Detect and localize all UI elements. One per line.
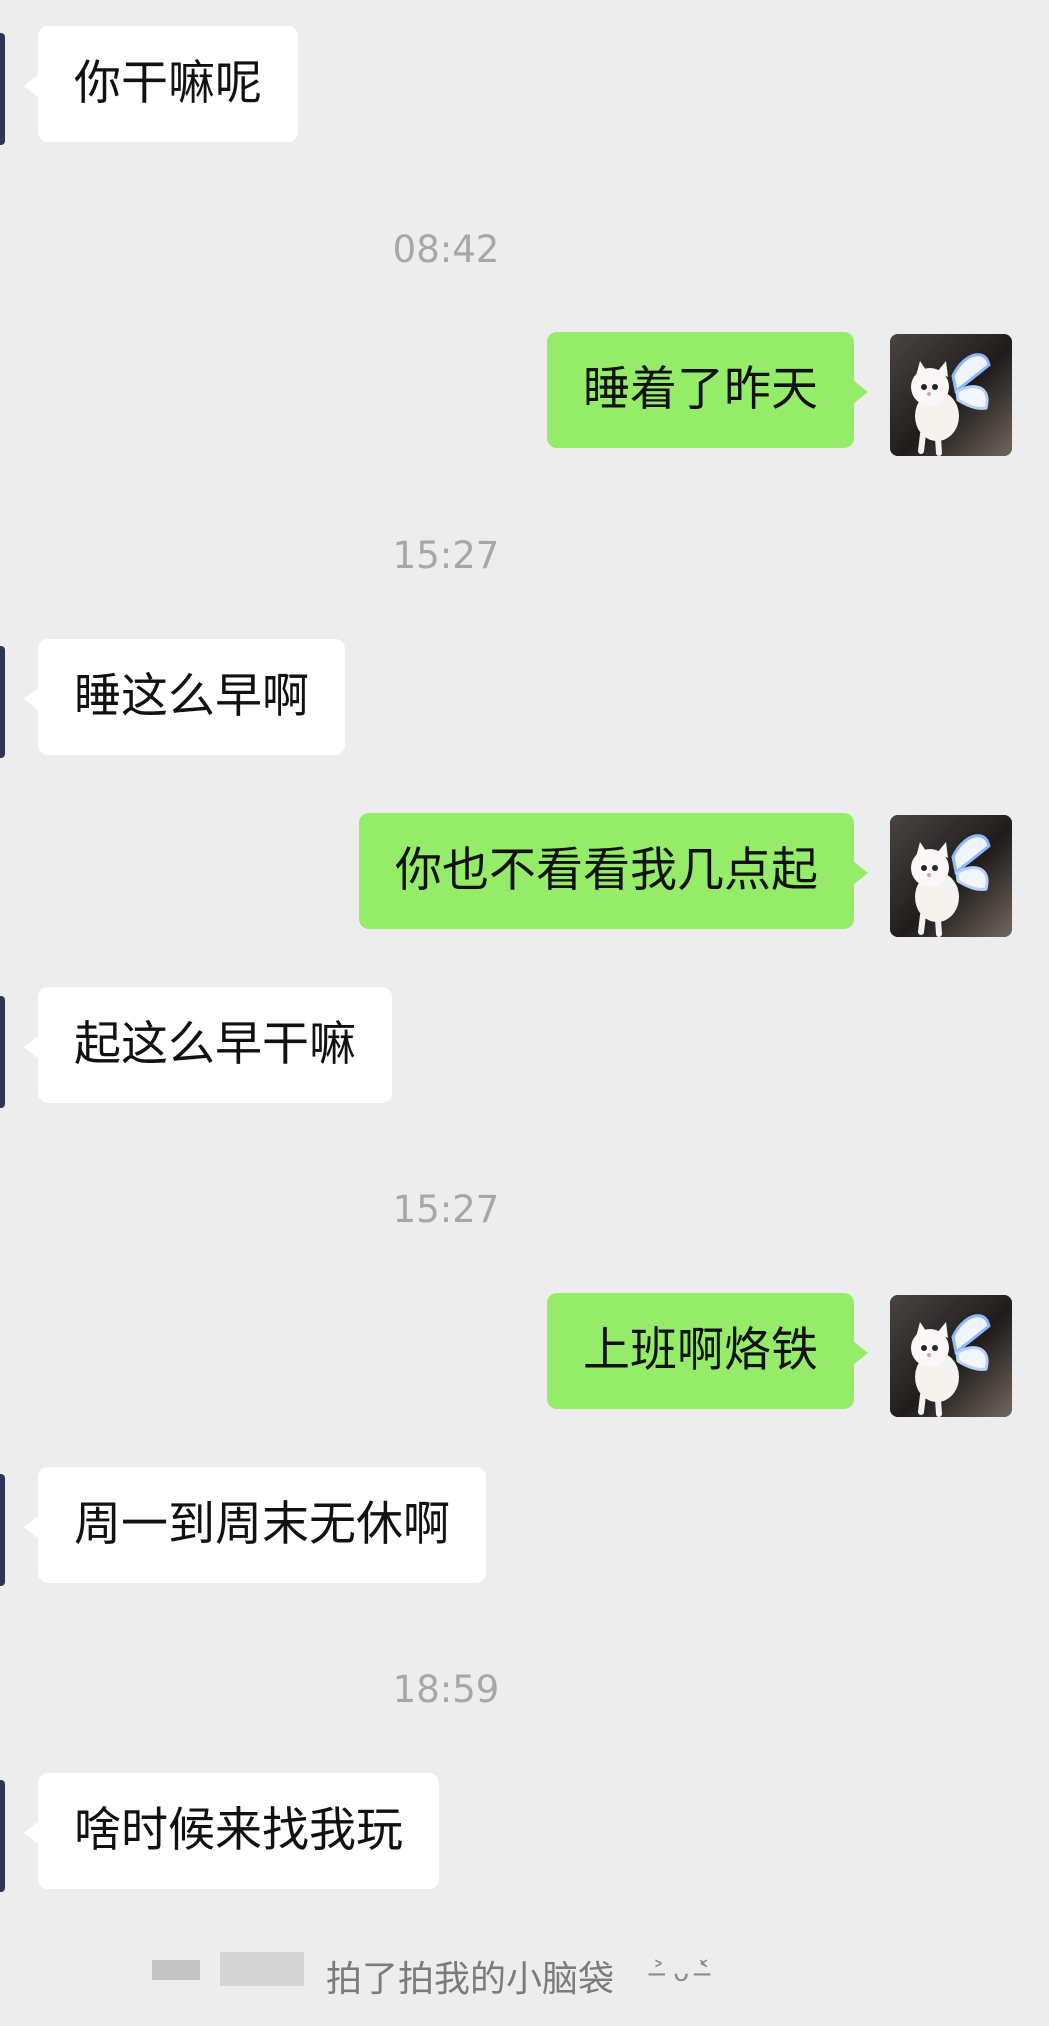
timestamp: 15:27: [392, 1188, 500, 1231]
incoming-message-bubble[interactable]: 你干嘛呢: [24, 26, 298, 143]
timestamp: 15:27: [392, 534, 500, 577]
outgoing-message-bubble[interactable]: 上班啊烙铁: [547, 1293, 868, 1410]
contact-avatar-edge[interactable]: [0, 646, 5, 758]
contact-avatar-edge[interactable]: [0, 1474, 5, 1586]
timestamp: 08:42: [392, 228, 500, 271]
message-text: 你也不看看我几点起: [395, 843, 818, 898]
user-avatar[interactable]: [890, 334, 1012, 456]
message-text: 周一到周末无休啊: [74, 1497, 450, 1552]
timestamp: 18:59: [392, 1668, 500, 1711]
chat-screen: 你干嘛呢 08:42 睡着了昨天 15:27 睡这么早啊 你也不看看我几点起 起…: [0, 0, 1049, 2026]
incoming-message-bubble[interactable]: 啥时候来找我玩: [24, 1773, 439, 1890]
incoming-message-bubble[interactable]: 起这么早干嘛: [24, 987, 392, 1104]
message-text: 上班啊烙铁: [583, 1323, 818, 1378]
blurred-name-mask: [220, 1952, 304, 1986]
incoming-message-bubble[interactable]: 周一到周末无休啊: [24, 1467, 486, 1584]
pat-notice: 拍了拍我的小脑袋 ˃̶ ᴗ ˂̶̀: [0, 1950, 1049, 2006]
kitten-avatar-icon: [890, 815, 1012, 937]
message-text: 睡着了昨天: [583, 362, 818, 417]
user-avatar[interactable]: [890, 815, 1012, 937]
blurred-name-mask: [152, 1960, 200, 1980]
contact-avatar-edge[interactable]: [0, 33, 5, 145]
pat-notice-emoticon: ˃̶ ᴗ ˂̶̀: [652, 1958, 711, 1988]
user-avatar[interactable]: [890, 1295, 1012, 1417]
incoming-message-bubble[interactable]: 睡这么早啊: [24, 639, 345, 756]
message-text: 你干嘛呢: [74, 56, 262, 111]
message-text: 啥时候来找我玩: [74, 1803, 403, 1858]
kitten-avatar-icon: [890, 1295, 1012, 1417]
outgoing-message-bubble[interactable]: 睡着了昨天: [547, 332, 868, 449]
outgoing-message-bubble[interactable]: 你也不看看我几点起: [359, 813, 868, 930]
message-text: 起这么早干嘛: [74, 1017, 356, 1072]
contact-avatar-edge[interactable]: [0, 1780, 5, 1892]
pat-notice-text: 拍了拍我的小脑袋: [326, 1959, 615, 2000]
kitten-avatar-icon: [890, 334, 1012, 456]
message-text: 睡这么早啊: [74, 669, 309, 724]
contact-avatar-edge[interactable]: [0, 996, 5, 1108]
